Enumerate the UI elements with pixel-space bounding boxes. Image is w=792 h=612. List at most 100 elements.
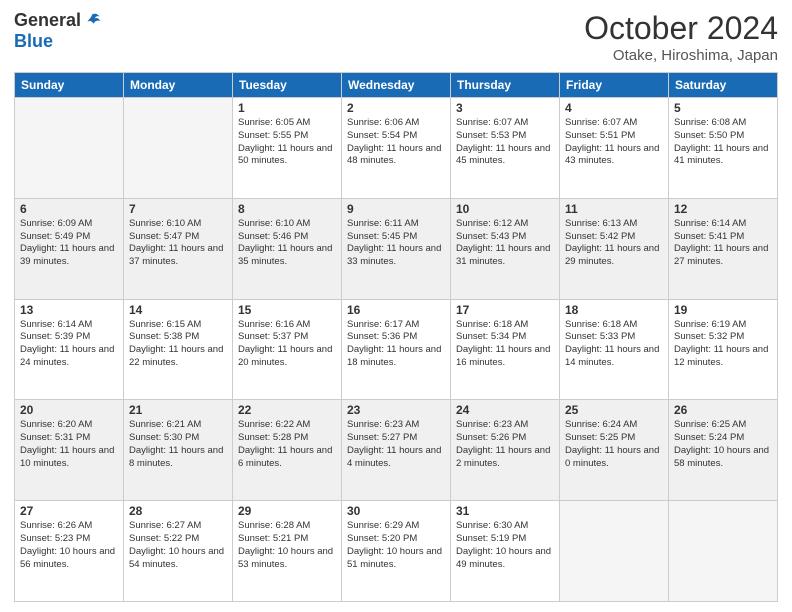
table-row: 13Sunrise: 6:14 AM Sunset: 5:39 PM Dayli…: [15, 299, 124, 400]
day-number: 8: [238, 202, 336, 216]
day-info: Sunrise: 6:17 AM Sunset: 5:36 PM Dayligh…: [347, 319, 445, 370]
day-info: Sunrise: 6:18 AM Sunset: 5:33 PM Dayligh…: [565, 319, 663, 370]
day-info: Sunrise: 6:19 AM Sunset: 5:32 PM Dayligh…: [674, 319, 772, 370]
day-number: 21: [129, 403, 227, 417]
day-number: 22: [238, 403, 336, 417]
day-number: 17: [456, 303, 554, 317]
day-info: Sunrise: 6:05 AM Sunset: 5:55 PM Dayligh…: [238, 117, 336, 168]
table-row: 10 Sunrise: 6:12 AM Sunset: 5:43 PM Dayli…: [451, 198, 560, 299]
calendar-week-row: 27 Sunrise: 6:26 AM Sunset: 5:23 PM Dayli…: [15, 501, 778, 602]
table-row: 18 Sunrise: 6:18 AM Sunset: 5:33 PM Dayli…: [560, 299, 669, 400]
table-row: 3 Sunrise: 6:07 AM Sunset: 5:53 PM Daylig…: [451, 98, 560, 199]
col-saturday: Saturday: [669, 73, 778, 98]
day-number: 23: [347, 403, 445, 417]
table-row: 26Sunrise: 6:25 AM Sunset: 5:24 PM Dayli…: [669, 400, 778, 501]
day-number: 30: [347, 504, 445, 518]
table-row: [124, 98, 233, 199]
day-info: Sunrise: 6:15 AM Sunset: 5:38 PM Dayligh…: [129, 319, 227, 370]
table-row: 14 Sunrise: 6:15 AM Sunset: 5:38 PM Dayli…: [124, 299, 233, 400]
day-info: Sunrise: 6:14 AM Sunset: 5:39 PM Dayligh…: [20, 319, 118, 370]
day-number: 27: [20, 504, 118, 518]
location-title: Otake, Hiroshima, Japan: [584, 47, 778, 64]
day-number: 11: [565, 202, 663, 216]
day-number: 10: [456, 202, 554, 216]
col-thursday: Thursday: [451, 73, 560, 98]
table-row: 30 Sunrise: 6:29 AM Sunset: 5:20 PM Dayli…: [342, 501, 451, 602]
table-row: 17 Sunrise: 6:18 AM Sunset: 5:34 PM Dayli…: [451, 299, 560, 400]
header: General Blue October 2024 Otake, Hiroshi…: [14, 10, 778, 64]
table-row: 4 Sunrise: 6:07 AM Sunset: 5:51 PM Daylig…: [560, 98, 669, 199]
day-info: Sunrise: 6:09 AM Sunset: 5:49 PM Dayligh…: [20, 218, 118, 269]
table-row: 1 Sunrise: 6:05 AM Sunset: 5:55 PM Daylig…: [233, 98, 342, 199]
col-sunday: Sunday: [15, 73, 124, 98]
day-number: 29: [238, 504, 336, 518]
day-info: Sunrise: 6:10 AM Sunset: 5:47 PM Dayligh…: [129, 218, 227, 269]
col-friday: Friday: [560, 73, 669, 98]
table-row: 21 Sunrise: 6:21 AM Sunset: 5:30 PM Dayli…: [124, 400, 233, 501]
table-row: 25 Sunrise: 6:24 AM Sunset: 5:25 PM Dayli…: [560, 400, 669, 501]
day-number: 9: [347, 202, 445, 216]
day-info: Sunrise: 6:26 AM Sunset: 5:23 PM Dayligh…: [20, 520, 118, 571]
day-number: 18: [565, 303, 663, 317]
logo: General Blue: [14, 10, 101, 52]
table-row: [15, 98, 124, 199]
day-number: 3: [456, 101, 554, 115]
calendar-header-row: Sunday Monday Tuesday Wednesday Thursday…: [15, 73, 778, 98]
day-info: Sunrise: 6:23 AM Sunset: 5:27 PM Dayligh…: [347, 419, 445, 470]
day-info: Sunrise: 6:24 AM Sunset: 5:25 PM Dayligh…: [565, 419, 663, 470]
table-row: 15Sunrise: 6:16 AM Sunset: 5:37 PM Dayli…: [233, 299, 342, 400]
calendar-week-row: 1 Sunrise: 6:05 AM Sunset: 5:55 PM Daylig…: [15, 98, 778, 199]
day-info: Sunrise: 6:20 AM Sunset: 5:31 PM Dayligh…: [20, 419, 118, 470]
table-row: 9 Sunrise: 6:11 AM Sunset: 5:45 PM Daylig…: [342, 198, 451, 299]
day-info: Sunrise: 6:29 AM Sunset: 5:20 PM Dayligh…: [347, 520, 445, 571]
day-info: Sunrise: 6:06 AM Sunset: 5:54 PM Dayligh…: [347, 117, 445, 168]
day-number: 6: [20, 202, 118, 216]
logo-general-text: General: [14, 10, 81, 31]
day-info: Sunrise: 6:11 AM Sunset: 5:45 PM Dayligh…: [347, 218, 445, 269]
day-number: 5: [674, 101, 772, 115]
table-row: [669, 501, 778, 602]
day-info: Sunrise: 6:27 AM Sunset: 5:22 PM Dayligh…: [129, 520, 227, 571]
table-row: 16 Sunrise: 6:17 AM Sunset: 5:36 PM Dayli…: [342, 299, 451, 400]
day-info: Sunrise: 6:22 AM Sunset: 5:28 PM Dayligh…: [238, 419, 336, 470]
day-number: 16: [347, 303, 445, 317]
day-info: Sunrise: 6:28 AM Sunset: 5:21 PM Dayligh…: [238, 520, 336, 571]
table-row: 31Sunrise: 6:30 AM Sunset: 5:19 PM Dayli…: [451, 501, 560, 602]
table-row: 2 Sunrise: 6:06 AM Sunset: 5:54 PM Daylig…: [342, 98, 451, 199]
title-section: October 2024 Otake, Hiroshima, Japan: [584, 10, 778, 64]
col-monday: Monday: [124, 73, 233, 98]
day-info: Sunrise: 6:10 AM Sunset: 5:46 PM Dayligh…: [238, 218, 336, 269]
day-number: 26: [674, 403, 772, 417]
table-row: 22 Sunrise: 6:22 AM Sunset: 5:28 PM Dayli…: [233, 400, 342, 501]
day-number: 14: [129, 303, 227, 317]
table-row: 27 Sunrise: 6:26 AM Sunset: 5:23 PM Dayli…: [15, 501, 124, 602]
table-row: 11Sunrise: 6:13 AM Sunset: 5:42 PM Dayli…: [560, 198, 669, 299]
day-number: 2: [347, 101, 445, 115]
day-number: 20: [20, 403, 118, 417]
calendar-week-row: 6 Sunrise: 6:09 AM Sunset: 5:49 PM Daylig…: [15, 198, 778, 299]
day-info: Sunrise: 6:07 AM Sunset: 5:53 PM Dayligh…: [456, 117, 554, 168]
day-number: 4: [565, 101, 663, 115]
day-number: 19: [674, 303, 772, 317]
day-info: Sunrise: 6:18 AM Sunset: 5:34 PM Dayligh…: [456, 319, 554, 370]
table-row: 6 Sunrise: 6:09 AM Sunset: 5:49 PM Daylig…: [15, 198, 124, 299]
day-info: Sunrise: 6:07 AM Sunset: 5:51 PM Dayligh…: [565, 117, 663, 168]
table-row: 8 Sunrise: 6:10 AM Sunset: 5:46 PM Daylig…: [233, 198, 342, 299]
month-title: October 2024: [584, 10, 778, 47]
day-number: 25: [565, 403, 663, 417]
day-info: Sunrise: 6:08 AM Sunset: 5:50 PM Dayligh…: [674, 117, 772, 168]
table-row: 28 Sunrise: 6:27 AM Sunset: 5:22 PM Dayli…: [124, 501, 233, 602]
day-info: Sunrise: 6:16 AM Sunset: 5:37 PM Dayligh…: [238, 319, 336, 370]
day-number: 12: [674, 202, 772, 216]
calendar-table: Sunday Monday Tuesday Wednesday Thursday…: [14, 72, 778, 602]
page: General Blue October 2024 Otake, Hiroshi…: [0, 0, 792, 612]
table-row: [560, 501, 669, 602]
table-row: 7Sunrise: 6:10 AM Sunset: 5:47 PM Daylig…: [124, 198, 233, 299]
calendar-week-row: 20 Sunrise: 6:20 AM Sunset: 5:31 PM Dayli…: [15, 400, 778, 501]
day-number: 28: [129, 504, 227, 518]
day-info: Sunrise: 6:21 AM Sunset: 5:30 PM Dayligh…: [129, 419, 227, 470]
col-tuesday: Tuesday: [233, 73, 342, 98]
day-number: 1: [238, 101, 336, 115]
day-info: Sunrise: 6:23 AM Sunset: 5:26 PM Dayligh…: [456, 419, 554, 470]
day-info: Sunrise: 6:12 AM Sunset: 5:43 PM Dayligh…: [456, 218, 554, 269]
